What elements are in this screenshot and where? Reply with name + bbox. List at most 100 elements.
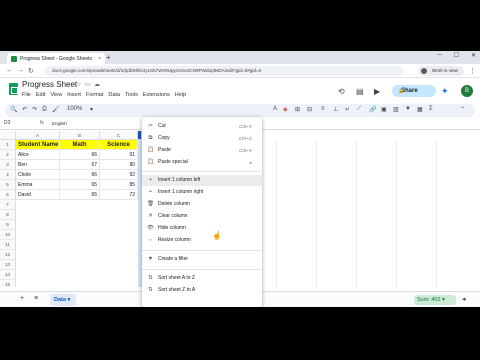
menu-item-delete-column[interactable]: 🗑 Delete column [142, 199, 262, 210]
filter-icon[interactable]: ▼ [405, 106, 411, 112]
tab-close-icon[interactable]: × [98, 56, 101, 62]
menu-item-clear-column[interactable]: ✕ Clear column [142, 211, 262, 222]
menu-item-cut[interactable]: ✂ Cut Ctrl+X [142, 121, 262, 132]
comment-icon[interactable]: ▤ [356, 87, 364, 96]
merge-cells-icon[interactable]: ⊟ [307, 106, 312, 113]
redo-icon[interactable]: ↷ [32, 106, 37, 113]
name-box[interactable]: D3 [4, 120, 10, 126]
menu-extensions[interactable]: Extensions [143, 92, 170, 98]
borders-icon[interactable]: ⊞ [295, 106, 300, 113]
chevron-down-icon[interactable]: ▾ [90, 106, 93, 113]
align-vertical-icon[interactable]: ⊥ [333, 106, 338, 113]
row-header[interactable]: 10 [0, 230, 16, 240]
name-cell[interactable]: David [16, 190, 60, 200]
menu-item-hide-column[interactable]: 👁 Hide column [142, 223, 262, 234]
header-cell-math[interactable]: Math [60, 140, 100, 150]
cloud-status-icon[interactable]: ☁ [94, 81, 100, 88]
menu-item-paste-special[interactable]: 📋 Paste special ▸ [142, 157, 262, 168]
science-cell[interactable]: 80 [100, 160, 138, 170]
menu-edit[interactable]: Edit [36, 92, 45, 98]
name-cell[interactable]: Alice [16, 150, 60, 160]
text-wrap-icon[interactable]: ↵ [345, 106, 350, 113]
back-icon[interactable]: ← [6, 67, 13, 74]
insert-link-icon[interactable]: 🔗 [369, 106, 376, 113]
math-cell[interactable]: 65 [60, 180, 100, 190]
science-cell[interactable]: 72 [100, 190, 138, 200]
menu-item-sort-z-a[interactable]: ⇅ Sort sheet Z to A [142, 285, 262, 296]
browser-menu-icon[interactable]: ⋮ [469, 67, 476, 75]
reload-icon[interactable]: ↻ [28, 67, 34, 75]
new-tab-button[interactable]: + [106, 53, 111, 62]
menu-item-sort-a-z[interactable]: ⇅ Sort sheet A to Z [142, 273, 262, 284]
column-header-b[interactable]: B [60, 131, 100, 140]
math-cell[interactable]: 66 [60, 170, 100, 180]
all-sheets-icon[interactable]: ≡ [34, 295, 38, 302]
insert-comment-icon[interactable]: ▣ [381, 106, 387, 113]
collapse-toolbar-icon[interactable]: ⌃ [460, 106, 465, 113]
menu-item-create-filter[interactable]: ▼ Create a filter [142, 254, 262, 265]
menu-insert[interactable]: Insert [67, 92, 81, 98]
row-header[interactable]: 4 [0, 170, 16, 180]
row-header[interactable]: 9 [0, 220, 16, 230]
zoom-select[interactable]: 100% [67, 106, 82, 112]
row-header[interactable]: 7 [0, 200, 16, 210]
filter-views-icon[interactable]: ▦ [417, 106, 423, 113]
fill-color-icon[interactable]: ◈ [283, 106, 288, 113]
name-cell[interactable]: Ben [16, 160, 60, 170]
close-window-button[interactable]: ✕ [471, 52, 476, 59]
row-header[interactable]: 14 [0, 270, 16, 280]
header-cell-student-name[interactable]: Student Name [16, 140, 60, 150]
text-rotation-icon[interactable]: ⟋ [357, 106, 361, 113]
browser-tab[interactable]: Progress Sheet - Google Sheets × [7, 53, 105, 64]
url-field[interactable]: docs.google.com/spreadsheets/d/1rtjdDMhk… [44, 66, 404, 76]
math-cell[interactable]: 66 [60, 150, 100, 160]
add-sheet-icon[interactable]: + [20, 295, 24, 302]
history-icon[interactable]: ⟲ [338, 87, 345, 96]
star-icon[interactable]: ☆ [76, 81, 81, 88]
user-avatar[interactable]: B [461, 85, 473, 97]
sum-indicator[interactable]: Sum: 402 ▾ [414, 295, 456, 305]
menu-file[interactable]: File [22, 92, 31, 98]
undo-icon[interactable]: ↶ [22, 106, 27, 113]
column-header-c[interactable]: C [100, 131, 138, 140]
minimize-button[interactable]: ─ [437, 52, 441, 59]
menu-item-paste[interactable]: 📋 Paste Ctrl+V [142, 145, 262, 156]
menu-tools[interactable]: Tools [125, 92, 138, 98]
print-icon[interactable]: ⎙ [42, 106, 47, 113]
column-header-a[interactable]: A [16, 131, 60, 140]
maximize-button[interactable]: ☐ [454, 52, 459, 59]
move-folder-icon[interactable]: ▭ [85, 81, 91, 88]
header-cell-science[interactable]: Science [100, 140, 138, 150]
science-cell[interactable]: 85 [100, 180, 138, 190]
row-header[interactable]: 11 [0, 240, 16, 250]
menu-view[interactable]: View [50, 92, 62, 98]
row-header[interactable]: 12 [0, 250, 16, 260]
name-cell[interactable]: Chole [16, 170, 60, 180]
row-header[interactable]: 6 [0, 190, 16, 200]
row-header[interactable]: 13 [0, 260, 16, 270]
sheet-tab-data[interactable]: Data ▾ [50, 294, 76, 306]
functions-icon[interactable]: Σ [429, 106, 433, 112]
gemini-icon[interactable]: ✦ [441, 86, 449, 97]
formula-input[interactable]: English [52, 121, 67, 126]
select-all-corner[interactable] [0, 131, 16, 140]
paint-format-icon[interactable]: 🖌 [52, 106, 60, 113]
text-color-icon[interactable]: A [273, 106, 277, 112]
sheets-logo-icon[interactable] [9, 83, 18, 95]
science-cell[interactable]: 91 [100, 150, 138, 160]
align-horizontal-icon[interactable]: ≡ [321, 106, 325, 112]
math-cell[interactable]: 65 [60, 190, 100, 200]
menu-item-resize-column[interactable]: ⇔ Resize column [142, 235, 262, 246]
meet-icon[interactable]: ▶ [374, 87, 380, 96]
math-cell[interactable]: 67 [60, 160, 100, 170]
insert-chart-icon[interactable]: ▥ [393, 106, 399, 113]
menu-item-copy[interactable]: ⧉ Copy Ctrl+C [142, 133, 262, 144]
menu-help[interactable]: Help [175, 92, 186, 98]
row-header[interactable]: 3 [0, 160, 16, 170]
science-cell[interactable]: 92 [100, 170, 138, 180]
row-header[interactable]: 15 [0, 280, 16, 287]
row-header[interactable]: 2 [0, 150, 16, 160]
share-button[interactable]: 🔒 Share [392, 85, 436, 97]
search-menus-icon[interactable]: 🔍 [10, 106, 17, 113]
document-title[interactable]: Progress Sheet [22, 80, 77, 89]
